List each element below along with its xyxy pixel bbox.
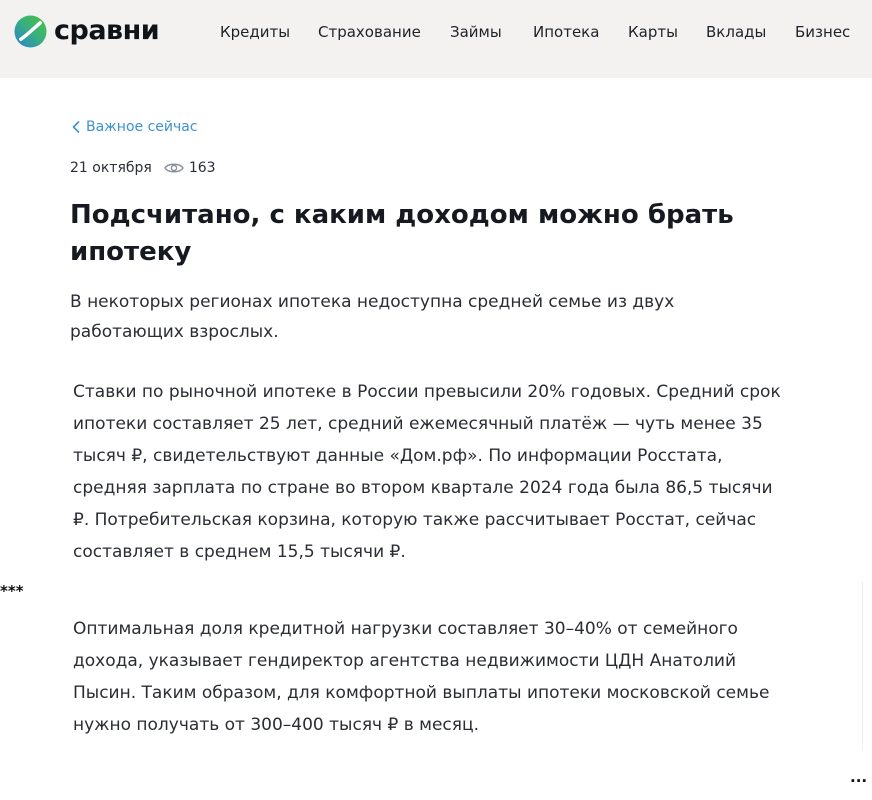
- article-lead: В некоторых регионах ипотека недоступна …: [70, 292, 675, 342]
- separator-stars: ***: [0, 582, 24, 600]
- views-count: 163: [188, 160, 216, 176]
- article-meta: 21 октября 163: [70, 158, 216, 178]
- back-link[interactable]: Важное сейчас: [72, 117, 198, 137]
- nav-item-insurance[interactable]: Страхование: [318, 21, 421, 43]
- divider: [862, 581, 863, 751]
- back-link-label: Важное сейчас: [86, 119, 198, 135]
- nav-item-credits[interactable]: Кредиты: [220, 21, 290, 43]
- article-paragraph: Ставки по рыночной ипотеке в России прев…: [73, 382, 781, 562]
- logo-text: сравни: [54, 15, 160, 46]
- more-ellipsis: ...: [850, 768, 868, 786]
- nav-item-loans[interactable]: Займы: [450, 21, 502, 43]
- site-header: сравни Кредиты Страхование Займы Ипотека…: [0, 0, 872, 78]
- article-paragraph: Оптимальная доля кредитной нагрузки сост…: [73, 619, 770, 735]
- nav-item-deposits[interactable]: Вклады: [706, 21, 766, 43]
- logo[interactable]: сравни: [14, 14, 160, 48]
- article-title: Подсчитано, с каким доходом можно брать …: [70, 200, 734, 267]
- nav-item-business[interactable]: Бизнес: [795, 21, 850, 43]
- page: сравни Кредиты Страхование Займы Ипотека…: [0, 0, 872, 800]
- views-counter: 163: [163, 160, 216, 176]
- nav-item-mortgage[interactable]: Ипотека: [533, 21, 599, 43]
- logo-icon: [14, 14, 47, 48]
- article-date: 21 октября: [70, 160, 152, 176]
- eye-icon: [163, 163, 184, 173]
- nav-item-cards[interactable]: Карты: [628, 21, 678, 43]
- chevron-left-icon: [72, 121, 80, 133]
